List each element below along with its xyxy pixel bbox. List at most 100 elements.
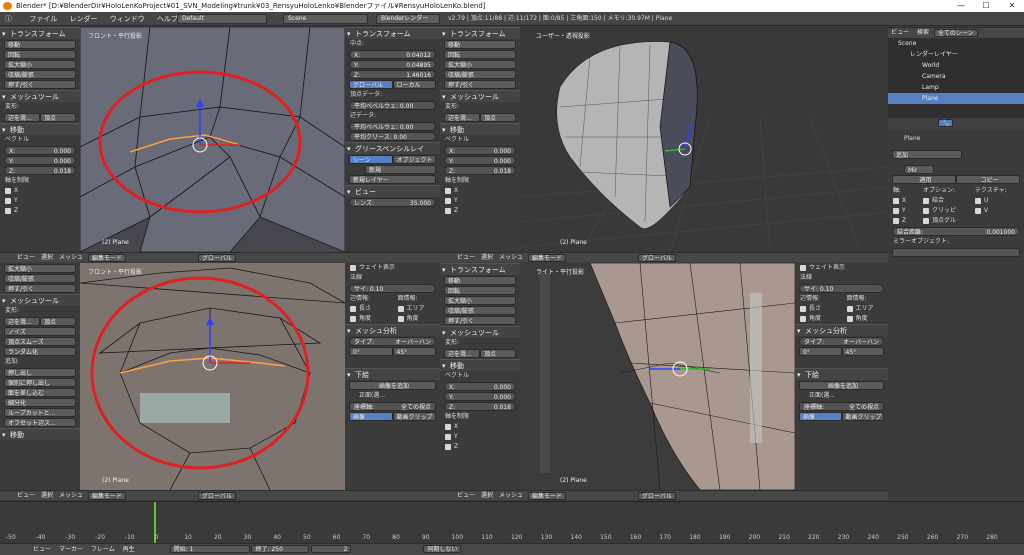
- local-toggle[interactable]: ローカル: [392, 80, 436, 89]
- view-menu-br[interactable]: ビュー: [454, 491, 478, 500]
- tr-slide-button[interactable]: 辺を滑...: [444, 113, 480, 122]
- br-angle-max-field[interactable]: 45°: [841, 347, 884, 356]
- offset-edge-button[interactable]: オフセット辺ス...: [4, 418, 76, 427]
- bg-movieclip-toggle[interactable]: 動画クリップ: [392, 412, 436, 421]
- properties-tabs[interactable]: 🔧: [888, 117, 1024, 130]
- normal-size-field[interactable]: サイ: 0.10: [349, 284, 436, 293]
- viewport-right-ortho[interactable]: トランスフォーム 移動 回転 拡大縮小 収縮/膨張 押す/引く メッシュツール …: [440, 263, 888, 490]
- merge-distance-field[interactable]: 結合距離: 0.001000: [892, 227, 1020, 236]
- background-images-header[interactable]: 下絵: [345, 368, 440, 381]
- bl-shrink-button[interactable]: 収縮/膨張: [4, 274, 76, 283]
- mesh-menu-tl[interactable]: メッシュ: [56, 253, 86, 262]
- close-button[interactable]: ✕: [1001, 0, 1023, 12]
- mode-select-tl[interactable]: 編集モード: [87, 254, 126, 262]
- br-move-button[interactable]: 移動: [444, 276, 516, 285]
- bg-front-item[interactable]: 正面(選...: [345, 391, 440, 401]
- crease-field[interactable]: 平均クリース: 0.00: [349, 132, 436, 141]
- v-checkbox[interactable]: V: [970, 206, 1020, 216]
- merge-checkbox[interactable]: 結合: [918, 196, 970, 206]
- br-mesh-analysis-header[interactable]: メッシュ分析: [795, 324, 888, 337]
- select-menu-bl[interactable]: 選択: [38, 491, 56, 500]
- tr-cy-checkbox[interactable]: Y: [440, 196, 520, 206]
- bl-op-header[interactable]: 移動: [0, 428, 80, 441]
- grease-pencil-header[interactable]: グリースペンシルレイ: [345, 142, 440, 155]
- br-meshtools-header[interactable]: メッシュツール: [440, 326, 520, 339]
- mode-select-br[interactable]: 編集モード: [527, 492, 566, 500]
- axis-x-checkbox[interactable]: X: [888, 196, 918, 206]
- outliner-camera[interactable]: Camera: [888, 71, 1024, 82]
- br-vertex-button[interactable]: 頂点: [480, 349, 516, 358]
- outliner-view-menu[interactable]: ビュー: [888, 28, 912, 38]
- select-menu-tl[interactable]: 選択: [38, 253, 56, 262]
- br-image-toggle[interactable]: 画像: [799, 412, 842, 421]
- bl-scale-button[interactable]: 拡大縮小: [4, 264, 76, 273]
- outliner-scene[interactable]: Scene: [888, 38, 1024, 49]
- br-cy-checkbox[interactable]: Y: [440, 432, 520, 442]
- angle2-checkbox[interactable]: 角度: [393, 314, 441, 324]
- menu-render[interactable]: レンダー: [64, 12, 102, 26]
- menu-file[interactable]: ファイル: [24, 12, 62, 26]
- bg-image-toggle[interactable]: 画像: [349, 412, 393, 421]
- tl-playback-menu[interactable]: 再生: [120, 544, 138, 555]
- rotate-button[interactable]: 回転: [4, 50, 76, 59]
- tr-meshtools-header[interactable]: メッシュツール: [440, 90, 520, 103]
- maximize-button[interactable]: ☐: [975, 0, 997, 12]
- axis-y-checkbox[interactable]: Y: [888, 206, 918, 216]
- angle-checkbox[interactable]: 角度: [345, 314, 393, 324]
- br-z-field[interactable]: Z: 0.018: [444, 402, 516, 411]
- tl-view-menu[interactable]: ビュー: [30, 544, 54, 555]
- orientation-select-tr[interactable]: グローバル: [637, 254, 676, 262]
- end-frame-field[interactable]: 終了: 250: [251, 545, 310, 553]
- subdivide-button[interactable]: 細分化: [4, 398, 76, 407]
- layout-select[interactable]: Default: [177, 14, 267, 24]
- mode-select-bl[interactable]: 編集モード: [87, 492, 126, 500]
- median-z-field[interactable]: Z: 1.46016: [349, 70, 436, 79]
- tr-op-header[interactable]: 移動: [440, 123, 520, 136]
- constraint-z-checkbox[interactable]: Z: [0, 206, 80, 216]
- br-angle-checkbox[interactable]: 角度: [795, 314, 842, 324]
- br-angle-min-field[interactable]: 0°: [799, 347, 842, 356]
- tr-x-field[interactable]: X: 0.000: [444, 146, 516, 155]
- shrink-fatten-button[interactable]: 収縮/膨張: [4, 70, 76, 79]
- bl-meshtools-header[interactable]: メッシュツール: [0, 294, 80, 307]
- push-pull-button[interactable]: 押す/引く: [4, 80, 76, 89]
- weight-display-checkbox[interactable]: ウェイト表示: [345, 263, 440, 273]
- bl-slide-button[interactable]: 辺を滑...: [4, 317, 40, 326]
- viewport-front-bottom[interactable]: フロント・平行投影 (2) Plane: [80, 263, 345, 490]
- br-movieclip-toggle[interactable]: 動画クリップ: [841, 412, 884, 421]
- br-push-button[interactable]: 押す/引く: [444, 316, 516, 325]
- br-bg-front-item[interactable]: 正面(選...: [795, 391, 888, 401]
- br-cz-checkbox[interactable]: Z: [440, 442, 520, 452]
- constraint-x-checkbox[interactable]: X: [0, 186, 80, 196]
- orientation-select-br[interactable]: グローバル: [637, 492, 676, 500]
- view-menu-tl[interactable]: ビュー: [14, 253, 38, 262]
- orientation-select-bl[interactable]: グローバル: [197, 492, 236, 500]
- angle-min-field[interactable]: 0°: [349, 347, 393, 356]
- start-frame-field[interactable]: 開始: 1: [169, 545, 250, 553]
- select-menu-br[interactable]: 選択: [478, 491, 496, 500]
- mesh-menu-tr[interactable]: メッシュ: [496, 253, 526, 262]
- global-toggle[interactable]: グローバル: [349, 80, 393, 89]
- vertex-slide-button[interactable]: 頂点: [40, 113, 76, 122]
- br-normal-size-field[interactable]: サイ: 0.10: [799, 284, 884, 293]
- br-bgimg-header[interactable]: 下絵: [795, 368, 888, 381]
- outliner-plane[interactable]: Plane: [888, 93, 1024, 104]
- add-image-button[interactable]: 画像を追加: [349, 381, 436, 390]
- view-menu-bl[interactable]: ビュー: [14, 491, 38, 500]
- select-menu-tr[interactable]: 選択: [478, 253, 496, 262]
- tr-scale-button[interactable]: 拡大縮小: [444, 60, 516, 69]
- br-weight-checkbox[interactable]: ウェイト表示: [795, 263, 888, 273]
- tr-transform-header[interactable]: トランスフォーム: [440, 27, 520, 40]
- median-y-field[interactable]: Y: 0.04895: [349, 60, 436, 69]
- mesh-analysis-header[interactable]: メッシュ分析: [345, 324, 440, 337]
- u-checkbox[interactable]: U: [970, 196, 1020, 206]
- move-button[interactable]: 移動: [4, 40, 76, 49]
- smooth-vertex-button[interactable]: 頂点スムーズ: [4, 337, 76, 346]
- br-slide-button[interactable]: 辺を滑...: [444, 349, 480, 358]
- tr-cx-checkbox[interactable]: X: [440, 186, 520, 196]
- menu-window[interactable]: ウィンドウ: [105, 12, 150, 26]
- br-shrink-button[interactable]: 収縮/膨張: [444, 306, 516, 315]
- tl-frame-menu[interactable]: フレーム: [88, 544, 118, 555]
- angle-max-field[interactable]: 45°: [392, 347, 436, 356]
- tr-z-field[interactable]: Z: 0.018: [444, 166, 516, 175]
